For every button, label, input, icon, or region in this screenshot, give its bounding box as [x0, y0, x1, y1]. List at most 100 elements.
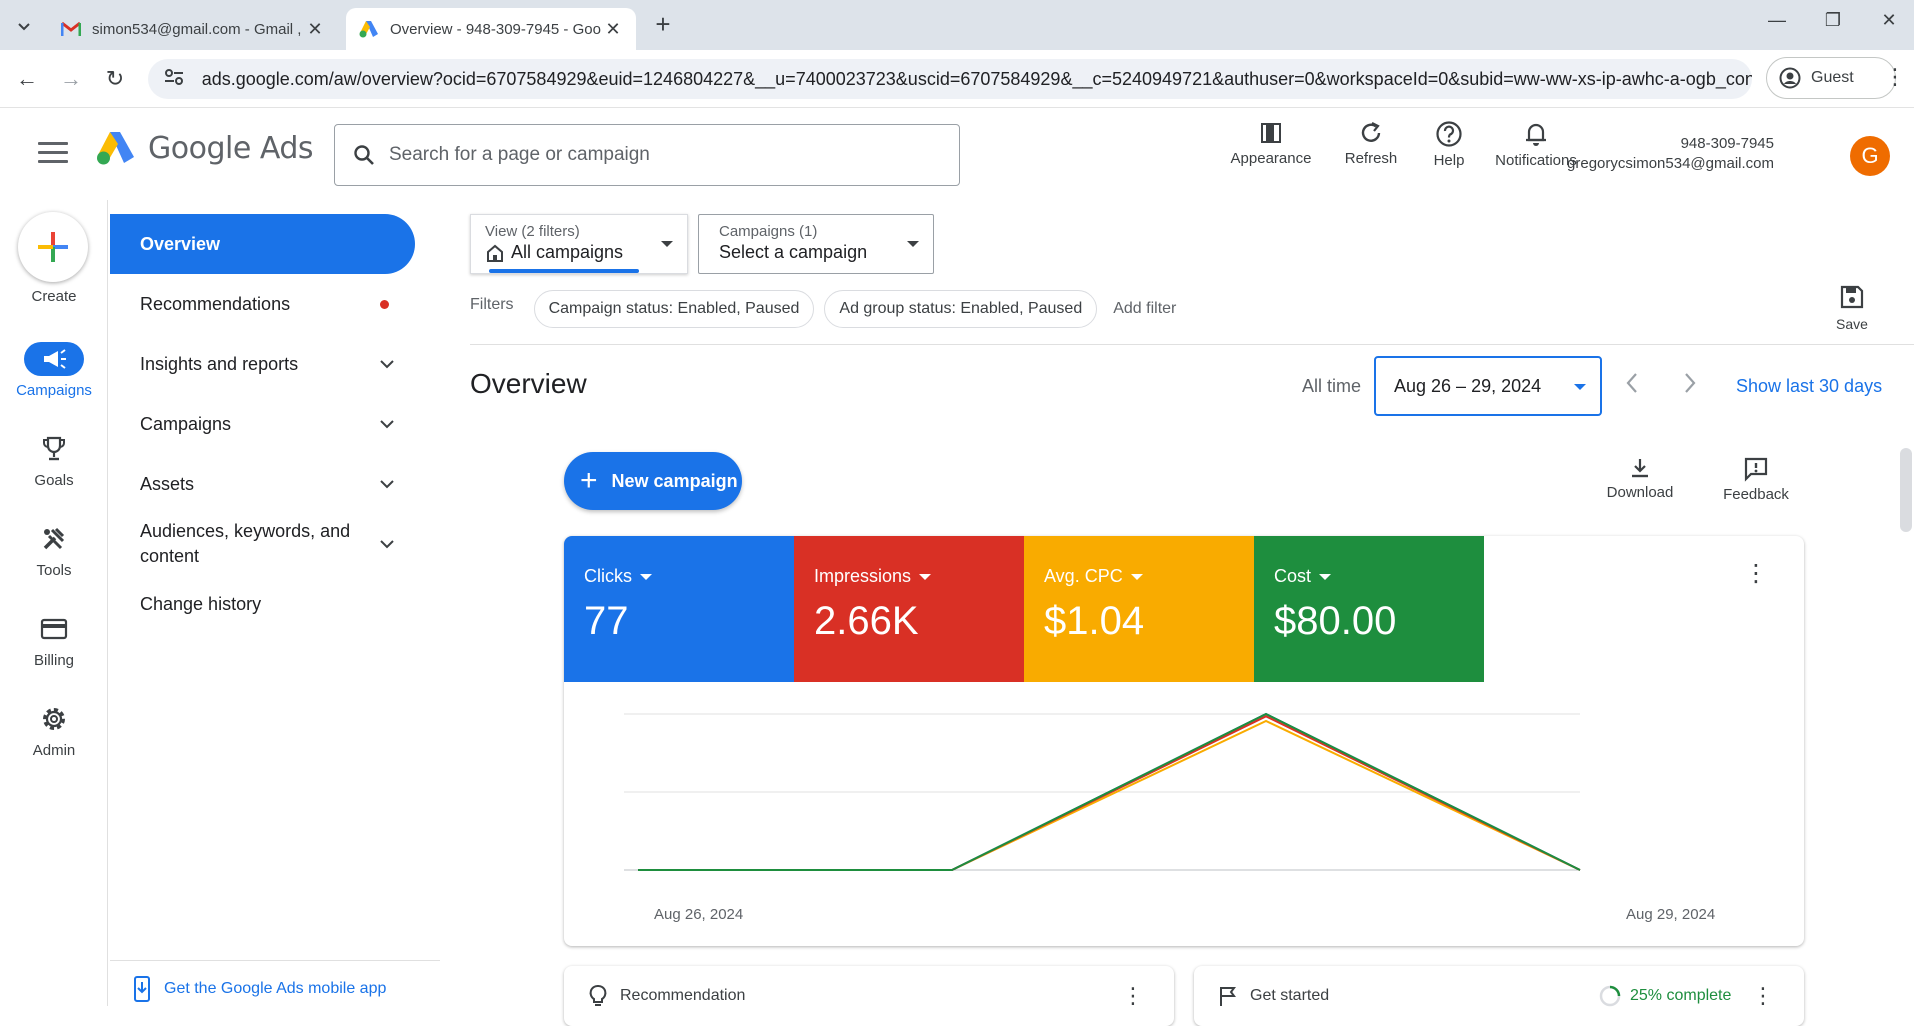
create-label: Create — [31, 288, 77, 305]
minimize-icon[interactable]: — — [1762, 10, 1792, 31]
divider — [470, 344, 1914, 345]
metric-value: $80.00 — [1274, 599, 1397, 643]
recommendation-card[interactable]: Recommendation ⋮ — [564, 966, 1174, 1026]
account-info[interactable]: 948-309-7945 gregorycsimon534@gmail.com — [1567, 134, 1774, 174]
help-icon — [1436, 121, 1462, 147]
new-tab-icon[interactable]: + — [648, 10, 678, 40]
dropdown-arrow-icon — [1319, 573, 1332, 580]
nav-label: Campaigns — [140, 413, 232, 434]
nav-label: Assets — [140, 473, 195, 494]
create-button[interactable] — [18, 212, 88, 282]
get-started-card[interactable]: Get started 25% complete ⋮ — [1194, 966, 1804, 1026]
progress-indicator: 25% complete — [1598, 984, 1731, 1008]
x-tick-label: Aug 29, 2024 — [1626, 906, 1716, 923]
series-line-impressions[interactable] — [638, 715, 1581, 871]
all-time-label[interactable]: All time — [1302, 376, 1361, 397]
nav-item-change-history[interactable]: Change history — [110, 574, 415, 634]
gmail-icon — [60, 18, 82, 40]
rail-label: Tools — [36, 562, 72, 579]
rail-item-admin[interactable]: Admin — [0, 702, 108, 759]
refresh-button[interactable]: Refresh — [1338, 120, 1404, 167]
date-range-picker[interactable]: Aug 26 – 29, 2024 — [1374, 356, 1602, 416]
previous-period-icon[interactable] — [1624, 372, 1640, 401]
plus-icon: + — [580, 464, 598, 497]
google-ads-logo[interactable]: Google Ads — [96, 130, 314, 166]
browser-menu-icon[interactable]: ⋮ — [1884, 64, 1906, 90]
rail-item-billing[interactable]: Billing — [0, 612, 108, 669]
feedback-button[interactable]: Feedback — [1716, 456, 1796, 503]
metric-tile-clicks[interactable]: Clicks 77 — [564, 536, 794, 682]
save-button[interactable]: Save — [1836, 284, 1868, 332]
profile-label: Guest — [1811, 69, 1854, 86]
avatar[interactable]: G — [1850, 136, 1890, 176]
window-close-icon[interactable]: ✕ — [1874, 10, 1904, 31]
appearance-label: Appearance — [1230, 150, 1312, 167]
google-ads-logo-icon — [97, 132, 134, 165]
more-options-icon[interactable]: ⋮ — [1744, 562, 1768, 586]
profile-button[interactable]: Guest — [1766, 57, 1896, 99]
more-options-icon[interactable]: ⋮ — [1752, 983, 1774, 1009]
rail-label: Campaigns — [16, 382, 92, 399]
scrollbar-thumb[interactable] — [1900, 448, 1912, 532]
nav-item-assets[interactable]: Assets — [110, 454, 415, 514]
site-info-icon[interactable] — [164, 68, 188, 91]
mobile-download-icon — [134, 976, 150, 1002]
dropdown-arrow-icon — [661, 241, 673, 247]
hamburger-menu-icon[interactable] — [38, 142, 68, 169]
download-button[interactable]: Download — [1600, 456, 1680, 501]
close-tab-icon[interactable]: ✕ — [304, 19, 326, 40]
dropdown-arrow-icon — [919, 573, 932, 580]
nav-item-audiences[interactable]: Audiences, keywords, and content — [110, 514, 415, 574]
rail-item-campaigns[interactable]: Campaigns — [0, 342, 108, 399]
tab-search-chevron-icon[interactable] — [10, 12, 38, 40]
new-campaign-button[interactable]: + New campaign — [564, 452, 742, 510]
nav-item-campaigns[interactable]: Campaigns — [110, 394, 415, 454]
google-ads-icon — [358, 18, 380, 40]
metric-value: 2.66K — [814, 599, 919, 643]
side-nav: Overview Recommendations Insights and re… — [110, 200, 440, 1006]
restore-icon[interactable]: ❐ — [1818, 10, 1848, 31]
tab-gmail[interactable]: simon534@gmail.com - Gmail , ✕ — [48, 8, 338, 50]
rail-item-tools[interactable]: Tools — [0, 522, 108, 579]
flag-icon — [1220, 987, 1236, 1006]
campaign-select[interactable]: Campaigns (1) Select a campaign — [698, 214, 934, 274]
address-bar[interactable]: ads.google.com/aw/overview?ocid=67075849… — [148, 59, 1752, 99]
back-icon[interactable]: ← — [12, 64, 42, 94]
save-label: Save — [1836, 316, 1868, 332]
forward-icon[interactable]: → — [56, 64, 86, 94]
more-options-icon[interactable]: ⋮ — [1122, 983, 1144, 1009]
download-label: Download — [1606, 484, 1674, 501]
nav-item-insights[interactable]: Insights and reports — [110, 334, 415, 394]
tab-google-ads[interactable]: Overview - 948-309-7945 - Goo ✕ — [346, 8, 636, 50]
appearance-button[interactable]: Appearance — [1228, 120, 1314, 167]
filter-chip-campaign-status[interactable]: Campaign status: Enabled, Paused — [533, 290, 815, 328]
dropdown-arrow-icon — [1130, 573, 1143, 580]
metric-tile-avg-cpc[interactable]: Avg. CPC $1.04 — [1024, 536, 1254, 682]
nav-label: Audiences, keywords, and content — [140, 521, 351, 566]
series-line-avg-cpc[interactable] — [638, 719, 1581, 871]
reload-icon[interactable]: ↻ — [100, 64, 130, 94]
help-button[interactable]: Help — [1424, 120, 1474, 169]
metric-tile-impressions[interactable]: Impressions 2.66K — [794, 536, 1024, 682]
metric-value: 77 — [584, 599, 629, 643]
rail-item-goals[interactable]: Goals — [0, 432, 108, 489]
dropdown-arrow-icon — [907, 241, 919, 247]
brand-name: Google Ads — [148, 130, 314, 166]
nav-item-overview[interactable]: Overview — [110, 214, 415, 274]
metric-tile-cost[interactable]: Cost $80.00 — [1254, 536, 1484, 682]
mobile-app-link[interactable]: Get the Google Ads mobile app — [132, 976, 386, 1002]
chevron-down-icon — [380, 420, 394, 429]
add-filter-button[interactable]: Add filter — [1113, 300, 1176, 318]
notification-dot-icon — [380, 299, 389, 309]
browser-tab-strip: simon534@gmail.com - Gmail , ✕ Overview … — [0, 0, 1914, 50]
refresh-label: Refresh — [1344, 150, 1398, 167]
close-tab-icon[interactable]: ✕ — [602, 19, 624, 40]
search-input[interactable]: Search for a page or campaign — [334, 124, 960, 186]
view-filter-select[interactable]: View (2 filters) All campaigns — [470, 214, 688, 274]
performance-chart — [624, 712, 1581, 871]
mobile-app-label: Get the Google Ads mobile app — [164, 980, 387, 997]
filter-chip-ad-group-status[interactable]: Ad group status: Enabled, Paused — [824, 290, 1098, 328]
show-last-30-days-link[interactable]: Show last 30 days — [1736, 376, 1882, 397]
nav-item-recommendations[interactable]: Recommendations — [110, 274, 415, 334]
next-period-icon[interactable] — [1682, 372, 1698, 401]
